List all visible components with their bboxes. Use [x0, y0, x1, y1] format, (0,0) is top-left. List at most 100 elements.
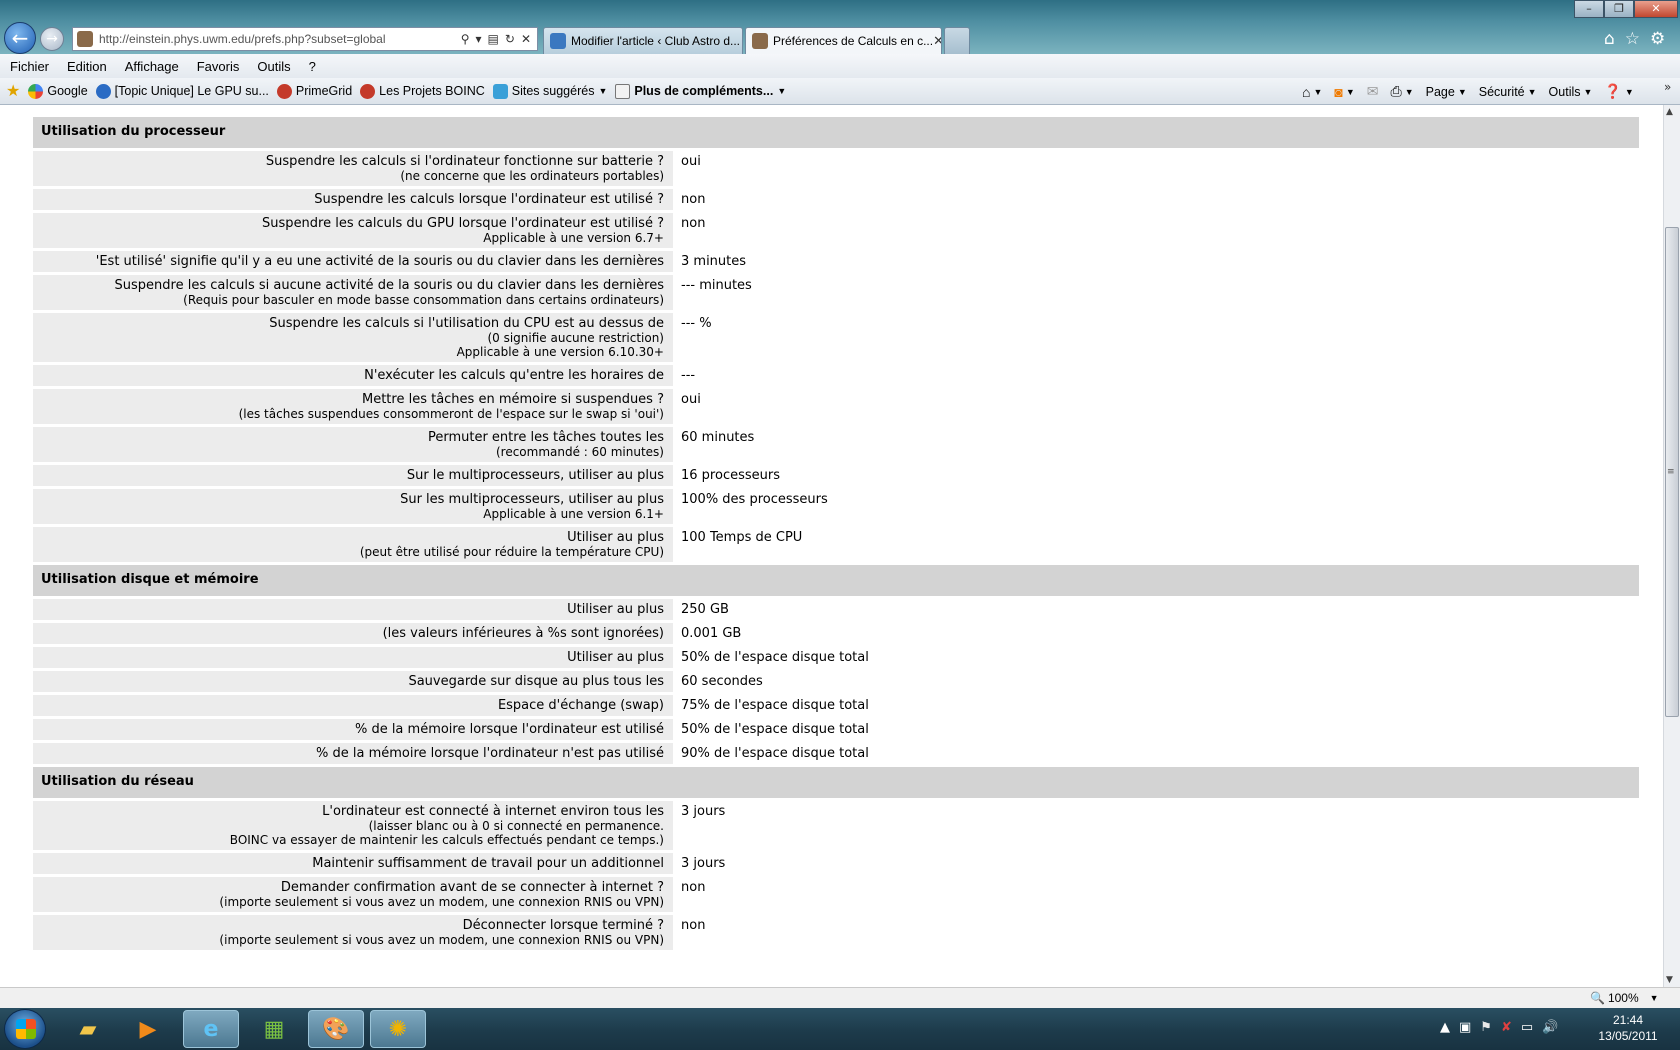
fav-primegrid[interactable]: PrimeGrid	[275, 83, 358, 99]
vertical-scrollbar[interactable]: ▲ ≡ ▼	[1663, 105, 1680, 987]
help-button[interactable]: ❓ ▼	[1598, 83, 1639, 100]
preference-value: non	[681, 918, 706, 933]
preference-note: (0 signifie aucune restriction)	[487, 331, 664, 345]
address-bar[interactable]: http://einstein.phys.uwm.edu/prefs.php?s…	[72, 27, 538, 51]
home-icon[interactable]: ⌂	[1604, 29, 1615, 49]
preference-label: Sauvegarde sur disque au plus tous les	[408, 674, 664, 689]
mail-button[interactable]: ✉	[1361, 83, 1385, 100]
zoom-icon: 🔍	[1590, 991, 1605, 1005]
close-tab-icon[interactable]: ✕	[933, 33, 941, 49]
minimize-button[interactable]: –	[1574, 0, 1604, 18]
print-button[interactable]: ⎙ ▼	[1385, 83, 1420, 100]
wordpress-icon	[550, 33, 566, 49]
fav-plus-complements[interactable]: Plus de compléments... ▼	[613, 83, 792, 99]
home-icon: ⌂	[1302, 83, 1311, 100]
chevron-right-icon[interactable]: »	[1664, 80, 1671, 94]
gear-icon[interactable]: ⚙	[1650, 29, 1665, 49]
arrow-left-icon: ←	[11, 26, 29, 50]
tray-network-icon[interactable]: ▭	[1521, 1020, 1533, 1035]
home-button[interactable]: ⌂ ▼	[1296, 84, 1328, 100]
search-icon[interactable]: ⚲	[461, 32, 470, 46]
back-button[interactable]: ←	[4, 22, 36, 54]
preference-label-cell: Sauvegarde sur disque au plus tous les	[33, 671, 673, 692]
security-menu[interactable]: Sécurité ▼	[1473, 85, 1543, 99]
page-menu[interactable]: Page ▼	[1420, 85, 1473, 99]
stop-icon[interactable]: ✕	[521, 32, 531, 46]
section-title: Utilisation du réseau	[33, 767, 1639, 798]
taskbar-explorer[interactable]: ▰	[60, 1010, 116, 1048]
menu-help[interactable]: ?	[300, 59, 325, 74]
section-header: Utilisation du réseau	[33, 767, 1639, 798]
chart-app-icon: ▦	[263, 1016, 285, 1042]
preference-label-cell: Suspendre les calculs du GPU lorsque l'o…	[33, 213, 673, 248]
fav-topic-gpu[interactable]: [Topic Unique] Le GPU su...	[94, 83, 275, 99]
taskbar-clock[interactable]: 21:44 13/05/2011	[1588, 1012, 1668, 1044]
preference-value: 100 Temps de CPU	[681, 530, 803, 545]
dropdown-icon[interactable]: ▾	[476, 32, 482, 46]
preference-row: Utiliser au plus 50% de l'espace disque t…	[33, 647, 1639, 668]
suggested-sites-icon	[492, 83, 508, 99]
menu-outils[interactable]: Outils	[248, 59, 299, 74]
preference-note: (peut être utilisé pour réduire la tempé…	[359, 545, 664, 559]
section-header: Utilisation du processeur	[33, 117, 1639, 148]
zoom-control[interactable]: 🔍 100% ▼	[1590, 991, 1659, 1005]
preference-label: Utiliser au plus	[567, 650, 664, 665]
preference-value: oui	[681, 154, 701, 169]
menu-affichage[interactable]: Affichage	[116, 59, 188, 74]
mail-icon: ✉	[1366, 83, 1379, 99]
close-window-button[interactable]: ✕	[1634, 0, 1678, 18]
zoom-level: 100%	[1607, 991, 1639, 1005]
preference-row: Sur les multiprocesseurs, utiliser au pl…	[33, 489, 1639, 524]
tray-volume-icon[interactable]: 🔊	[1542, 1020, 1558, 1035]
preference-label-cell: Suspendre les calculs lorsque l'ordinate…	[33, 189, 673, 210]
menu-fichier[interactable]: Fichier	[0, 59, 58, 74]
grip-icon: ≡	[1667, 467, 1675, 477]
new-tab-button[interactable]	[944, 27, 970, 54]
menu-edition[interactable]: Edition	[58, 59, 116, 74]
fav-projets-boinc[interactable]: Les Projets BOINC	[358, 83, 491, 99]
preference-label-cell: (les valeurs inférieures à %s sont ignor…	[33, 623, 673, 644]
tray-alert-icon[interactable]: ✘	[1501, 1020, 1512, 1035]
taskbar-internet-explorer[interactable]: e	[183, 1010, 239, 1048]
preference-row: Sur le multiprocesseurs, utiliser au plu…	[33, 465, 1639, 486]
menu-favoris[interactable]: Favoris	[188, 59, 249, 74]
taskbar-app-chart[interactable]: ▦	[246, 1010, 302, 1048]
tray-flag-icon[interactable]: ⚑	[1480, 1020, 1492, 1035]
chevron-down-icon: ▼	[1457, 86, 1467, 97]
boinc-manager-icon: ✺	[388, 1016, 408, 1042]
forward-button[interactable]: →	[40, 27, 64, 51]
fav-sites-suggeres[interactable]: Sites suggérés ▼	[491, 83, 614, 99]
tray-network-app-icon[interactable]: ▣	[1459, 1020, 1471, 1035]
preference-row: (les valeurs inférieures à %s sont ignor…	[33, 623, 1639, 644]
tab-preferences-calculs[interactable]: Préférences de Calculs en c... ✕	[745, 27, 942, 54]
restore-button[interactable]: ❐	[1604, 0, 1634, 18]
feeds-button[interactable]: ◙ ▼	[1328, 84, 1360, 100]
scroll-up-icon[interactable]: ▲	[1666, 107, 1673, 117]
preference-row: Utiliser au plus (peut être utilisé pour …	[33, 527, 1639, 562]
address-url[interactable]: http://einstein.phys.uwm.edu/prefs.php?s…	[99, 32, 461, 46]
tray-expand-icon[interactable]: ▲	[1440, 1020, 1450, 1035]
preference-row: 'Est utilisé' signifie qu'il y a eu une …	[33, 251, 1639, 272]
favorites-star-icon[interactable]: ☆	[1625, 29, 1640, 49]
favorites-star-icon[interactable]: ★	[6, 81, 20, 101]
taskbar-media-player[interactable]: ▶	[120, 1010, 176, 1048]
taskbar-boinc-manager[interactable]: ✺	[370, 1010, 426, 1048]
preference-row: Utiliser au plus 250 GB	[33, 599, 1639, 620]
preference-label-cell: Sur le multiprocesseurs, utiliser au plu…	[33, 465, 673, 486]
preference-label-cell: Utiliser au plus	[33, 647, 673, 668]
preference-label: Maintenir suffisamment de travail pour u…	[312, 856, 664, 871]
fav-google[interactable]: Google	[26, 83, 93, 99]
preference-label-cell: % de la mémoire lorsque l'ordinateur n'e…	[33, 743, 673, 764]
refresh-icon[interactable]: ↻	[505, 32, 515, 46]
preference-note: Applicable à une version 6.1+	[483, 507, 664, 521]
preference-label: Suspendre les calculs du GPU lorsque l'o…	[262, 216, 664, 231]
preference-row: L'ordinateur est connecté à internet env…	[33, 801, 1639, 850]
scroll-down-icon[interactable]: ▼	[1666, 975, 1673, 985]
preference-label: Sur le multiprocesseurs, utiliser au plu…	[406, 468, 664, 483]
command-bar: ⌂ ▼ ◙ ▼ ✉ ⎙ ▼ Page ▼ Sécurité ▼ Outils ▼ ❓ ▼	[1296, 78, 1640, 105]
compat-view-icon[interactable]: ▤	[488, 32, 499, 46]
tools-menu[interactable]: Outils ▼	[1543, 85, 1599, 99]
start-button[interactable]	[4, 1009, 46, 1049]
taskbar-paint[interactable]: 🎨	[308, 1010, 364, 1048]
tab-modifier-article[interactable]: Modifier l'article ‹ Club Astro d...	[543, 27, 743, 54]
